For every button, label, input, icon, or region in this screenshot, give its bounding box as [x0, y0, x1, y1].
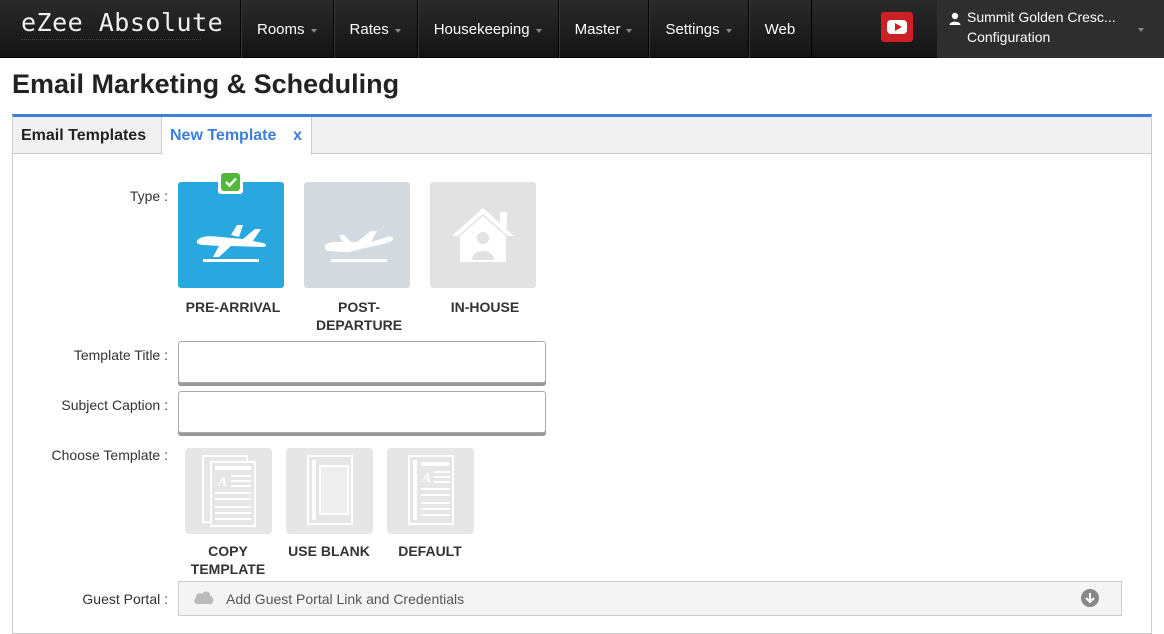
copy-template-button[interactable]: A [185, 448, 272, 534]
user-icon [949, 12, 961, 25]
use-blank-button[interactable] [286, 448, 373, 534]
svg-text:A: A [217, 475, 227, 490]
property-name: Summit Golden Cresc... [967, 9, 1116, 25]
tab-label: New Template [170, 127, 277, 144]
tab-new-template[interactable]: New Template x [162, 117, 312, 155]
nav-web[interactable]: Web [747, 0, 813, 58]
type-caption-post-departure: POST- DEPARTURE [315, 299, 403, 333]
account-section: Configuration [967, 29, 1051, 45]
nav-settings-label: Settings [665, 20, 720, 38]
copy-template-icon: A [201, 455, 256, 527]
house-guest-icon [452, 208, 514, 262]
guest-portal-dropdown[interactable]: Add Guest Portal Link and Credentials [178, 581, 1122, 616]
check-icon [221, 173, 240, 191]
cloud-icon [194, 591, 214, 604]
tab-bar: Email Templates New Template x [13, 117, 1151, 155]
subject-caption-label: Subject Caption : [61, 397, 168, 413]
guest-portal-text: Add Guest Portal Link and Credentials [226, 591, 465, 607]
nav-master[interactable]: Master [557, 0, 649, 58]
tab-email-templates[interactable]: Email Templates [13, 117, 162, 154]
use-blank-caption: USE BLANK [288, 543, 370, 559]
type-caption-pre-arrival: PRE-ARRIVAL [185, 299, 281, 315]
default-template-icon: A [407, 455, 454, 525]
nav-web-label: Web [764, 20, 796, 38]
chevron-down-icon [1138, 28, 1144, 32]
subject-caption-input[interactable] [178, 391, 546, 433]
app-logo[interactable]: eZee Absolute [21, 8, 223, 37]
logo-underline [21, 39, 201, 44]
template-title-label: Template Title : [73, 347, 168, 363]
nav-rooms-label: Rooms [257, 20, 305, 38]
nav-rooms[interactable]: Rooms [240, 0, 333, 58]
nav-rates-label: Rates [349, 20, 389, 38]
svg-text:A: A [421, 471, 431, 486]
account-menu[interactable]: Summit Golden Cresc... Configuration [937, 0, 1164, 58]
plane-departure-icon [325, 231, 394, 262]
chevron-down-icon [310, 28, 317, 33]
nav-housekeeping[interactable]: Housekeeping [416, 0, 558, 58]
copy-template-caption: COPY TEMPLATE [190, 543, 266, 577]
chevron-down-icon [394, 28, 401, 33]
chevron-down-icon [725, 28, 732, 33]
chevron-down-icon [535, 28, 542, 33]
top-navbar: eZee Absolute Rooms Rates Housekeeping M… [0, 0, 1164, 58]
selected-check [218, 170, 243, 194]
nav-master-label: Master [574, 20, 621, 38]
type-in-house[interactable] [430, 182, 536, 288]
chevron-down-icon [626, 28, 633, 33]
arrow-down-circle-icon [1081, 589, 1099, 607]
tab-label: Email Templates [21, 126, 147, 144]
type-post-departure[interactable] [304, 182, 410, 288]
blank-template-icon [306, 455, 353, 525]
nav-rates[interactable]: Rates [332, 0, 417, 58]
page-title: Email Marketing & Scheduling [12, 69, 400, 99]
type-caption-in-house: IN-HOUSE [450, 299, 520, 315]
choose-template-label: Choose Template : [51, 447, 168, 463]
type-pre-arrival[interactable] [178, 182, 284, 288]
default-template-button[interactable]: A [387, 448, 474, 534]
youtube-button[interactable] [881, 12, 913, 42]
type-label: Type : [129, 188, 168, 204]
plane-landing-icon [196, 225, 266, 262]
default-caption: DEFAULT [398, 543, 462, 559]
main-nav: Rooms Rates Housekeeping Master Settings… [240, 0, 813, 58]
nav-settings[interactable]: Settings [648, 0, 747, 58]
guest-portal-label: Guest Portal : [82, 591, 168, 607]
youtube-icon [887, 20, 907, 34]
close-tab-icon[interactable]: x [293, 127, 302, 145]
template-title-input[interactable] [178, 341, 546, 383]
nav-housekeeping-label: Housekeeping [433, 20, 530, 38]
